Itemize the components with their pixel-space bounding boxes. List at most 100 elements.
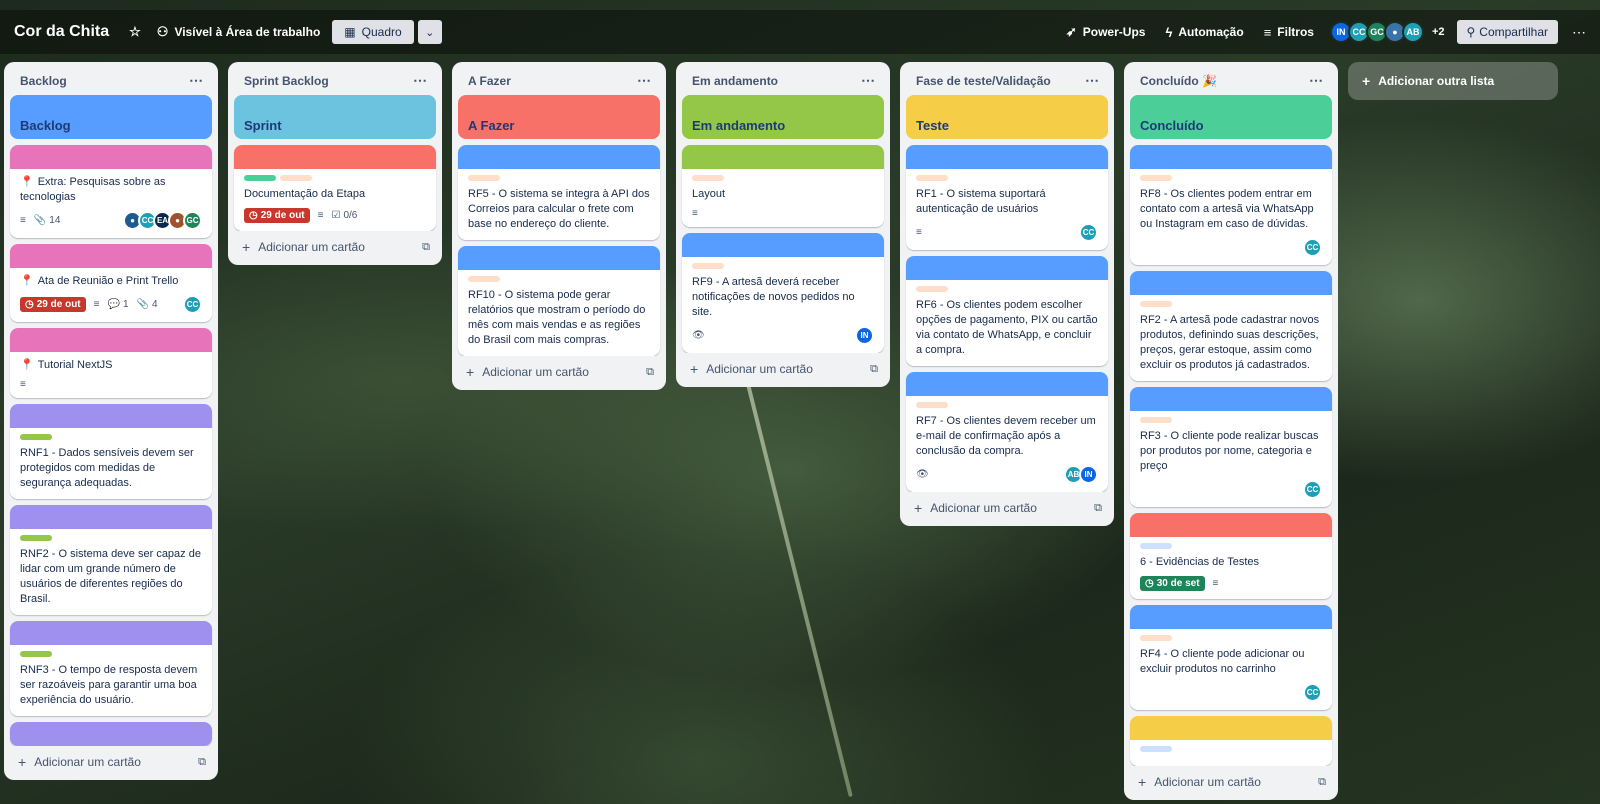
- card[interactable]: RF3 - O cliente pode realizar buscas por…: [1130, 387, 1332, 507]
- due-date-badge[interactable]: ◷ 30 de set: [1140, 576, 1205, 591]
- more-icon[interactable]: ⋯: [637, 72, 652, 89]
- template-icon[interactable]: ⧉: [422, 241, 430, 254]
- card[interactable]: RF6 - Os clientes podem escolher opções …: [906, 256, 1108, 366]
- card-label[interactable]: [1140, 301, 1172, 307]
- card[interactable]: RF10 - O sistema pode gerar relatórios q…: [458, 246, 660, 356]
- card[interactable]: RF2 - A artesã pode cadastrar novos prod…: [1130, 271, 1332, 381]
- card[interactable]: [10, 722, 212, 746]
- card-title: RF8 - Os clientes podem entrar em contat…: [1140, 187, 1322, 232]
- add-card-button[interactable]: + Adicionar um cartão: [1138, 774, 1261, 790]
- card-label[interactable]: [692, 263, 724, 269]
- more-icon[interactable]: ⋯: [1085, 72, 1100, 89]
- list-cover-card[interactable]: Em andamento: [682, 95, 884, 139]
- star-button[interactable]: ☆: [121, 19, 149, 45]
- member-avatar[interactable]: CC: [1303, 238, 1322, 257]
- list-cover-card[interactable]: Concluído: [1130, 95, 1332, 139]
- card[interactable]: RNF2 - O sistema deve ser capaz de lidar…: [10, 505, 212, 615]
- card[interactable]: RF4 - O cliente pode adicionar ou exclui…: [1130, 605, 1332, 710]
- board-members[interactable]: IN CC GC ● AB: [1329, 21, 1424, 43]
- card-list: A Fazer RF5 - O sistema se integra à API …: [452, 95, 666, 356]
- card-label[interactable]: [20, 434, 52, 440]
- add-list-button[interactable]: + Adicionar outra lista: [1348, 62, 1558, 100]
- card[interactable]: RF8 - Os clientes podem entrar em contat…: [1130, 145, 1332, 265]
- share-button[interactable]: ⚲ Compartilhar: [1456, 20, 1558, 44]
- card-label[interactable]: [692, 175, 724, 181]
- card[interactable]: RNF1 - Dados sensíveis devem ser protegi…: [10, 404, 212, 499]
- add-card-button[interactable]: + Adicionar um cartão: [242, 239, 365, 255]
- card[interactable]: 📍 Extra: Pesquisas sobre as tecnologias ≡ 📎…: [10, 145, 212, 238]
- card-label[interactable]: [20, 535, 52, 541]
- powerups-button[interactable]: ➶ Power-Ups: [1058, 19, 1154, 45]
- card-label[interactable]: [1140, 543, 1172, 549]
- card-label[interactable]: [916, 402, 948, 408]
- add-card-button[interactable]: + Adicionar um cartão: [466, 364, 589, 380]
- card[interactable]: 📍 Ata de Reunião e Print Trello ◷ 29 de out…: [10, 244, 212, 322]
- card[interactable]: RF7 - Os clientes devem receber um e-mai…: [906, 372, 1108, 492]
- more-icon[interactable]: ⋯: [861, 72, 876, 89]
- card[interactable]: RF5 - O sistema se integra à API dos Cor…: [458, 145, 660, 240]
- card-label[interactable]: [468, 175, 500, 181]
- card-label[interactable]: [20, 651, 52, 657]
- more-icon[interactable]: ⋯: [189, 72, 204, 89]
- card[interactable]: Documentação da Etapa ◷ 29 de out ≡ ☑ 0/6: [234, 145, 436, 231]
- card[interactable]: 6 - Evidências de Testes ◷ 30 de set ≡: [1130, 513, 1332, 599]
- more-icon[interactable]: ⋯: [413, 72, 428, 89]
- list-title[interactable]: Em andamento: [692, 74, 778, 88]
- template-icon[interactable]: ⧉: [870, 363, 878, 376]
- card-label[interactable]: [916, 286, 948, 292]
- visibility-button[interactable]: ⚇ Visível à Área de trabalho: [149, 19, 329, 45]
- member-avatar[interactable]: CC: [183, 295, 202, 314]
- due-date-badge[interactable]: ◷ 29 de out: [244, 208, 310, 223]
- template-icon[interactable]: ⧉: [646, 366, 654, 379]
- due-date-badge[interactable]: ◷ 29 de out: [20, 297, 86, 312]
- template-icon[interactable]: ⧉: [1318, 776, 1326, 789]
- card-label[interactable]: [280, 175, 312, 181]
- member-avatar[interactable]: CC: [1303, 480, 1322, 499]
- list-cover-card[interactable]: Teste: [906, 95, 1108, 139]
- list-title[interactable]: Backlog: [20, 74, 67, 88]
- card-cover: [10, 505, 212, 529]
- visibility-label: Visível à Área de trabalho: [174, 25, 321, 39]
- add-card-button[interactable]: + Adicionar um cartão: [18, 754, 141, 770]
- list-footer: + Adicionar um cartão ⧉: [900, 492, 1114, 526]
- list-cover-card[interactable]: A Fazer: [458, 95, 660, 139]
- card-labels: [1140, 301, 1322, 307]
- card[interactable]: RNF3 - O tempo de resposta devem ser raz…: [10, 621, 212, 716]
- more-members-count[interactable]: +2: [1432, 26, 1445, 38]
- list-title[interactable]: A Fazer: [468, 74, 511, 88]
- member-avatar[interactable]: IN: [1079, 465, 1098, 484]
- card-label[interactable]: [1140, 746, 1172, 752]
- add-card-button[interactable]: + Adicionar um cartão: [914, 500, 1037, 516]
- card[interactable]: [1130, 716, 1332, 766]
- automation-button[interactable]: ϟ Automação: [1157, 20, 1251, 45]
- list-title[interactable]: Sprint Backlog: [244, 74, 329, 88]
- member-avatar[interactable]: IN: [855, 326, 874, 345]
- card[interactable]: 📍 Tutorial NextJS ≡: [10, 328, 212, 398]
- list-cover-card[interactable]: Backlog: [10, 95, 212, 139]
- card[interactable]: Layout ≡: [682, 145, 884, 227]
- filter-button[interactable]: ≡ Filtros: [1256, 20, 1322, 45]
- template-icon[interactable]: ⧉: [198, 756, 206, 769]
- add-card-button[interactable]: + Adicionar um cartão: [690, 361, 813, 377]
- card-label[interactable]: [244, 175, 276, 181]
- card-label[interactable]: [1140, 635, 1172, 641]
- member-avatar[interactable]: CC: [1079, 223, 1098, 242]
- more-icon[interactable]: ⋯: [1572, 24, 1586, 41]
- card-label[interactable]: [1140, 175, 1172, 181]
- list-cover-card[interactable]: Sprint: [234, 95, 436, 139]
- card[interactable]: RF9 - A artesã deverá receber notificaçõ…: [682, 233, 884, 353]
- view-switcher-button[interactable]: ⌄: [417, 20, 442, 44]
- more-icon[interactable]: ⋯: [1309, 72, 1324, 89]
- template-icon[interactable]: ⧉: [1094, 502, 1102, 515]
- member-avatar[interactable]: GC: [183, 211, 202, 230]
- card-label[interactable]: [1140, 417, 1172, 423]
- list-title[interactable]: Fase de teste/Validação: [916, 74, 1051, 88]
- card-label[interactable]: [916, 175, 948, 181]
- card[interactable]: RF1 - O sistema suportará autenticação d…: [906, 145, 1108, 250]
- board-view-button[interactable]: ▦ Quadro: [332, 20, 414, 44]
- board-title[interactable]: Cor da Chita: [14, 23, 109, 41]
- member-avatar[interactable]: CC: [1303, 683, 1322, 702]
- list-title[interactable]: Concluído 🎉: [1140, 74, 1217, 88]
- member-avatar[interactable]: AB: [1401, 21, 1424, 43]
- card-label[interactable]: [468, 276, 500, 282]
